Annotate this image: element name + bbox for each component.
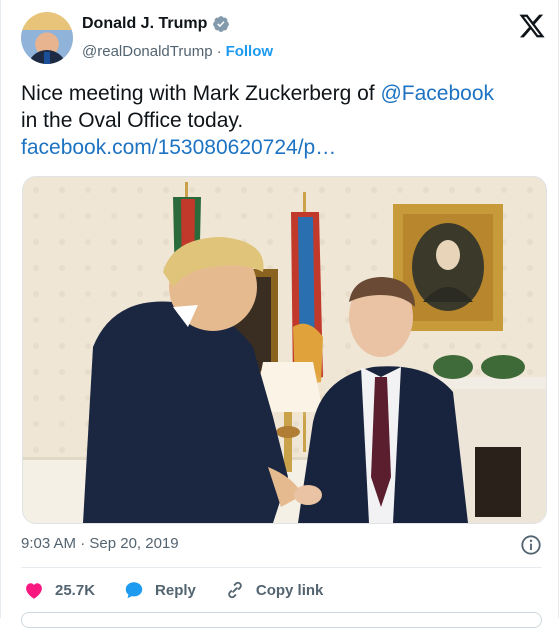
avatar-tie <box>44 52 50 64</box>
tweet-text-line2: in the Oval Office today. <box>21 109 244 132</box>
author-display-name[interactable]: Donald J. Trump <box>82 15 207 33</box>
tweet-embed-card: Donald J. Trump @realDonaldTrump · Follo… <box>0 0 559 628</box>
like-button[interactable]: 25.7K <box>23 579 95 601</box>
reply-bubble-icon <box>125 582 143 599</box>
tweet-text: Nice meeting with Mark Zuckerberg of @Fa… <box>21 80 541 161</box>
link-icon <box>228 581 242 599</box>
tweet-actions: 25.7K Reply Copy link <box>23 579 323 601</box>
copy-link-label: Copy link <box>255 581 324 599</box>
tweet-text-line1: Nice meeting with Mark Zuckerberg of <box>21 82 381 105</box>
facebook-url-link[interactable]: facebook.com/153080620724/p… <box>21 136 336 159</box>
read-replies-button[interactable] <box>21 612 542 628</box>
copy-link-button[interactable]: Copy link <box>224 579 324 601</box>
tweet-photo[interactable] <box>22 176 547 524</box>
likes-count: 25.7K <box>55 581 96 599</box>
verified-badge-icon <box>213 16 230 32</box>
avatar[interactable] <box>21 12 73 64</box>
x-logo-icon[interactable] <box>518 12 546 40</box>
heart-icon <box>26 583 42 599</box>
reply-button[interactable]: Reply <box>123 579 196 601</box>
author-handle[interactable]: @realDonaldTrump <box>82 43 213 60</box>
follow-button[interactable]: Follow <box>226 43 274 60</box>
oval-office-photo <box>23 177 546 523</box>
reply-label: Reply <box>155 581 196 599</box>
separator-dot: · <box>216 43 222 60</box>
author-handle-row: @realDonaldTrump · Follow <box>82 43 273 60</box>
info-icon[interactable] <box>520 534 542 556</box>
author-name-row: Donald J. Trump <box>82 15 230 33</box>
divider <box>21 567 542 568</box>
mention-link[interactable]: @Facebook <box>380 82 494 105</box>
tweet-timestamp[interactable]: 9:03 AM · Sep 20, 2019 <box>21 535 179 552</box>
